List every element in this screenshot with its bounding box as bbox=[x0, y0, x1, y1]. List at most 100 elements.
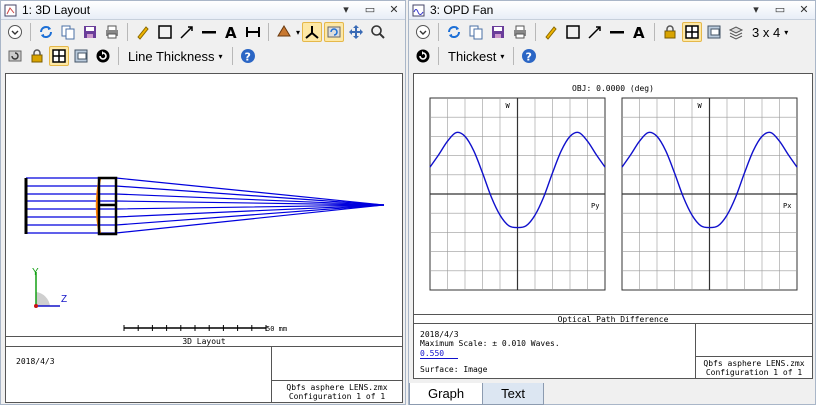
window-layout-icon[interactable] bbox=[49, 46, 69, 66]
opd-tangential-plot: WPy bbox=[429, 97, 606, 291]
window-menu-icon[interactable]: ▾ bbox=[339, 3, 353, 17]
axis-triad: Y Z bbox=[32, 267, 67, 308]
auto-update-icon[interactable] bbox=[413, 46, 433, 66]
opd-file-name: Qbfs asphere LENS.zmx bbox=[703, 359, 805, 368]
svg-text:A: A bbox=[225, 24, 237, 40]
window-layout-icon[interactable] bbox=[682, 22, 702, 42]
auto-update-icon[interactable] bbox=[93, 46, 113, 66]
layout-3d-window: 1: 3D Layout ▾ ▭ ✕ A ▾ Line Thickness ▾ … bbox=[0, 0, 406, 405]
layout-grid-label: 3 x 4 bbox=[752, 24, 781, 40]
chevron-down-icon: ▾ bbox=[218, 51, 223, 61]
opd-date: 2018/4/3 bbox=[420, 330, 459, 339]
print-icon[interactable] bbox=[510, 22, 530, 42]
chevron-down-icon: ▾ bbox=[784, 27, 789, 37]
refresh-icon[interactable] bbox=[36, 22, 56, 42]
print-icon[interactable] bbox=[102, 22, 122, 42]
close-icon[interactable]: ✕ bbox=[797, 3, 811, 17]
obj-field-label: OBJ: 0.0000 (deg) bbox=[572, 84, 654, 93]
layout-file-box: Qbfs asphere LENS.zmx Configuration 1 of… bbox=[272, 380, 402, 402]
restore-icon[interactable]: ▭ bbox=[773, 3, 787, 17]
rotate-view-icon[interactable] bbox=[274, 22, 294, 42]
opd-plot-panel: OBJ: 0.0000 (deg) W Py W Px Optical Path D… bbox=[413, 73, 813, 379]
x-axis-dot bbox=[34, 304, 38, 308]
line-thickness-dropdown[interactable]: Line Thickness ▾ bbox=[124, 46, 227, 66]
zoom-icon[interactable] bbox=[368, 22, 388, 42]
opd-fan-chart: OBJ: 0.0000 (deg) WPy WPx bbox=[429, 84, 798, 291]
layers-icon[interactable] bbox=[726, 22, 746, 42]
copy-icon[interactable] bbox=[466, 22, 486, 42]
layout-toolbar-row2: Line Thickness ▾ ? bbox=[1, 44, 405, 68]
chevron-down-icon: ▾ bbox=[500, 51, 505, 61]
lock-icon[interactable] bbox=[660, 22, 680, 42]
scale-bar: 50 mm bbox=[123, 325, 287, 333]
axis-arc bbox=[36, 292, 50, 306]
help-icon[interactable]: ? bbox=[519, 46, 539, 66]
opd-configuration: Configuration 1 of 1 bbox=[705, 368, 803, 377]
layout-file-name: Qbfs asphere LENS.zmx bbox=[286, 383, 388, 392]
copy-icon[interactable] bbox=[58, 22, 78, 42]
help-icon[interactable]: ? bbox=[238, 46, 258, 66]
opd-toolbar-row2: Thickest ▾ ? bbox=[409, 44, 815, 68]
layout-3d-titlebar[interactable]: 1: 3D Layout ▾ ▭ ✕ bbox=[1, 1, 405, 20]
opd-info-box: 2018/4/3 Maximum Scale: ± 0.010 Waves. 0… bbox=[414, 324, 696, 378]
tab-graph[interactable]: Graph bbox=[409, 383, 484, 405]
svg-text:?: ? bbox=[526, 51, 532, 64]
refresh-icon[interactable] bbox=[444, 22, 464, 42]
scale-bar-label: 50 mm bbox=[266, 325, 287, 333]
svg-text:?: ? bbox=[244, 51, 250, 64]
opd-sagittal-plot: WPx bbox=[621, 97, 798, 291]
svg-text:A: A bbox=[633, 24, 645, 40]
lock-icon[interactable] bbox=[27, 46, 47, 66]
window-title: 3: OPD Fan bbox=[430, 3, 494, 17]
rotate-mode-icon[interactable] bbox=[324, 22, 345, 42]
window-title: 1: 3D Layout bbox=[22, 3, 91, 17]
axes-icon[interactable] bbox=[302, 22, 323, 42]
wavelength-swatch bbox=[420, 358, 458, 359]
opd-fan-window: 3: OPD Fan ▾ ▭ ✕ A 3 x 4▾ Thickest▾ ? bbox=[408, 0, 816, 405]
dimension-icon[interactable] bbox=[243, 22, 263, 42]
layout-toolbar-row1: A ▾ bbox=[1, 20, 405, 44]
reset-view-icon[interactable] bbox=[5, 46, 25, 66]
opd-panel-title: Optical Path Difference bbox=[414, 314, 812, 324]
y-axis-label: Y bbox=[32, 267, 39, 278]
wavelength-value: 0.550 bbox=[420, 349, 445, 358]
text-icon[interactable]: A bbox=[221, 22, 241, 42]
rectangle-icon[interactable] bbox=[155, 22, 175, 42]
close-icon[interactable]: ✕ bbox=[387, 3, 401, 17]
window-icon bbox=[412, 4, 425, 16]
rotate-dropdown-caret[interactable]: ▾ bbox=[296, 28, 300, 37]
view-tabs: Graph Text bbox=[409, 383, 544, 405]
restore-icon[interactable]: ▭ bbox=[363, 3, 377, 17]
rectangle-icon[interactable] bbox=[563, 22, 583, 42]
max-scale: Maximum Scale: ± 0.010 Waves. bbox=[420, 339, 560, 348]
layout-configuration: Configuration 1 of 1 bbox=[288, 392, 386, 401]
window-menu-icon[interactable]: ▾ bbox=[749, 3, 763, 17]
opd-toolbar-row1: A 3 x 4 ▾ bbox=[409, 20, 815, 44]
layout-panel-title: 3D Layout bbox=[6, 336, 402, 347]
opd-titlebar[interactable]: 3: OPD Fan ▾ ▭ ✕ bbox=[409, 1, 815, 20]
line-icon[interactable] bbox=[199, 22, 219, 42]
text-icon[interactable]: A bbox=[629, 22, 649, 42]
surface-label: Surface: Image bbox=[420, 365, 488, 374]
arrow-icon[interactable] bbox=[585, 22, 605, 42]
settings-chevron-icon[interactable] bbox=[413, 22, 433, 42]
opd-file-box: Qbfs asphere LENS.zmx Configuration 1 of… bbox=[696, 356, 812, 378]
pan-icon[interactable] bbox=[346, 22, 366, 42]
arrow-icon[interactable] bbox=[177, 22, 197, 42]
thickness-dropdown[interactable]: Thickest ▾ bbox=[444, 46, 508, 66]
ray-bundle bbox=[26, 177, 385, 234]
layout-info-box: 2018/4/3 bbox=[6, 347, 272, 402]
float-window-icon[interactable] bbox=[71, 46, 91, 66]
tab-text[interactable]: Text bbox=[482, 383, 544, 405]
line-thickness-label: Line Thickness bbox=[128, 48, 215, 64]
pencil-icon[interactable] bbox=[133, 22, 153, 42]
line-icon[interactable] bbox=[607, 22, 627, 42]
settings-chevron-icon[interactable] bbox=[5, 22, 25, 42]
pupil-axis-label: Px bbox=[783, 202, 791, 210]
save-icon[interactable] bbox=[80, 22, 100, 42]
layout-grid-dropdown[interactable]: 3 x 4 ▾ bbox=[748, 22, 792, 42]
layout-plot-panel: Y Z 50 mm 3D Layout 2018/4/3 Qbfs aspher… bbox=[5, 73, 403, 403]
save-icon[interactable] bbox=[488, 22, 508, 42]
float-window-icon[interactable] bbox=[704, 22, 724, 42]
pencil-icon[interactable] bbox=[541, 22, 561, 42]
